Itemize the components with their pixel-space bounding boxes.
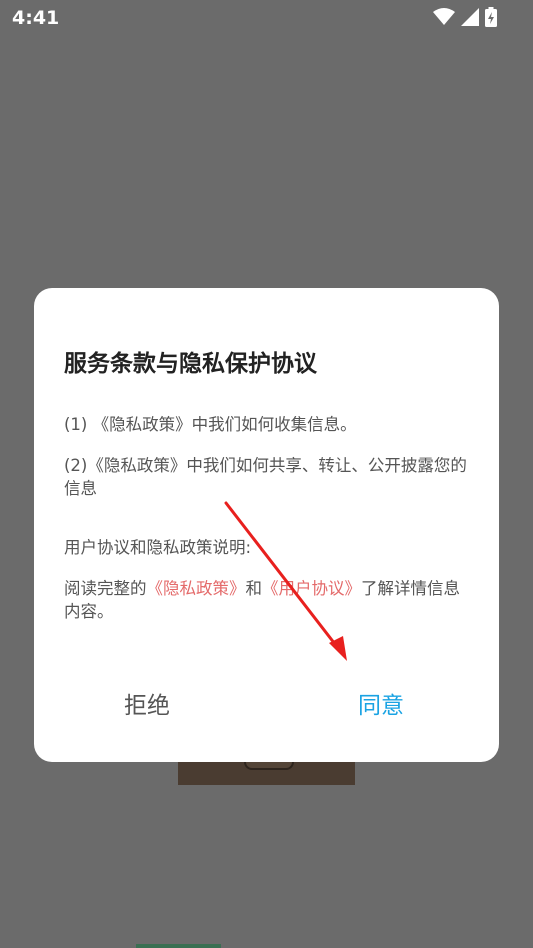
policy-text-and: 和 [245,579,263,598]
policy-explanation-text: 阅读完整的《隐私政策》和《用户协议》了解详情信息内容。 [64,577,474,623]
policy-item-1: (1) 《隐私政策》中我们如何收集信息。 [64,415,357,434]
dialog-title: 服务条款与隐私保护协议 [64,351,317,377]
status-time: 4:41 [12,7,60,29]
privacy-dialog: 服务条款与隐私保护协议 (1) 《隐私政策》中我们如何收集信息。 (2)《隐私政… [34,288,499,762]
status-bar: 4:41 [0,0,533,36]
policy-item-2: (2)《隐私政策》中我们如何共享、转让、公开披露您的信息 [64,456,467,498]
signal-icon [461,8,479,26]
privacy-policy-link[interactable]: 《隐私政策》 [147,579,246,598]
agree-button[interactable]: 同意 [358,686,404,720]
reject-button[interactable]: 拒绝 [124,686,170,720]
wifi-icon [433,8,455,25]
user-agreement-link[interactable]: 《用户协议》 [262,579,361,598]
policy-text-prefix: 阅读完整的 [64,579,147,598]
background-stripe [136,944,221,948]
policy-explanation-heading: 用户协议和隐私政策说明: [64,538,252,557]
status-icons [433,7,497,27]
battery-charging-icon [485,7,497,27]
